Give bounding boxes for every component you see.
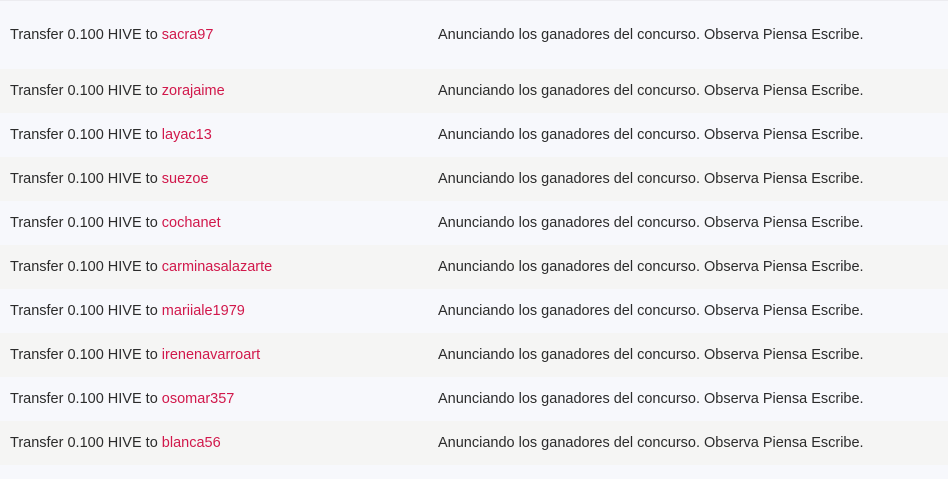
table-row: Transfer 0.100 HIVE to blanca56 Anuncian… — [0, 421, 948, 465]
transfer-description: Transfer 0.100 HIVE to suezoe — [0, 171, 438, 187]
recipient-link[interactable]: cochanet — [162, 215, 221, 231]
transfer-description: Transfer 0.100 HIVE to osomar357 — [0, 391, 438, 407]
transfer-prefix: Transfer 0.100 HIVE to — [10, 171, 158, 187]
table-row: Transfer 0.100 HIVE to irenenavarroart A… — [0, 333, 948, 377]
transfer-memo: Anunciando los ganadores del concurso. O… — [438, 171, 864, 187]
transfer-description: Transfer 0.100 HIVE to sacra97 — [0, 27, 438, 43]
transfer-memo: Anunciando los ganadores del concurso. O… — [438, 435, 864, 451]
recipient-link[interactable]: layac13 — [162, 127, 212, 143]
transfer-memo: Anunciando los ganadores del concurso. O… — [438, 391, 864, 407]
recipient-link[interactable]: blanca56 — [162, 435, 221, 451]
transfer-prefix: Transfer 0.100 HIVE to — [10, 435, 158, 451]
recipient-link[interactable]: sacra97 — [162, 27, 214, 43]
transfer-description: Transfer 0.100 HIVE to layac13 — [0, 127, 438, 143]
recipient-link[interactable]: osomar357 — [162, 391, 235, 407]
transfer-prefix: Transfer 0.100 HIVE to — [10, 127, 158, 143]
recipient-link[interactable]: irenenavarroart — [162, 347, 260, 363]
transfer-prefix: Transfer 0.100 HIVE to — [10, 83, 158, 99]
transfer-description: Transfer 0.100 HIVE to blanca56 — [0, 435, 438, 451]
transfer-memo: Anunciando los ganadores del concurso. O… — [438, 27, 864, 43]
transfer-memo: Anunciando los ganadores del concurso. O… — [438, 303, 864, 319]
table-row: Transfer 0.100 HIVE to carminasalazarte … — [0, 245, 948, 289]
transfer-prefix: Transfer 0.100 HIVE to — [10, 303, 158, 319]
transfer-memo: Anunciando los ganadores del concurso. O… — [438, 127, 864, 143]
table-row: Transfer 0.100 HIVE to cochanet Anuncian… — [0, 201, 948, 245]
transfer-memo: Anunciando los ganadores del concurso. O… — [438, 83, 864, 99]
table-row: Transfer 0.100 HIVE to suezoe Anunciando… — [0, 157, 948, 201]
transfer-prefix: Transfer 0.100 HIVE to — [10, 215, 158, 231]
transfer-description: Transfer 0.100 HIVE to mariiale1979 — [0, 303, 438, 319]
transfer-memo: Anunciando los ganadores del concurso. O… — [438, 347, 864, 363]
transfer-prefix: Transfer 0.100 HIVE to — [10, 259, 158, 275]
recipient-link[interactable]: zorajaime — [162, 83, 225, 99]
transfer-description: Transfer 0.100 HIVE to cochanet — [0, 215, 438, 231]
recipient-link[interactable]: mariiale1979 — [162, 303, 245, 319]
transfer-memo: Anunciando los ganadores del concurso. O… — [438, 215, 864, 231]
recipient-link[interactable]: carminasalazarte — [162, 259, 272, 275]
transfer-memo: Anunciando los ganadores del concurso. O… — [438, 259, 864, 275]
transfer-description: Transfer 0.100 HIVE to irenenavarroart — [0, 347, 438, 363]
transfer-prefix: Transfer 0.100 HIVE to — [10, 391, 158, 407]
table-row: Transfer 0.100 HIVE to layac13 Anunciand… — [0, 113, 948, 157]
table-row-partial — [0, 465, 948, 479]
table-row: Transfer 0.100 HIVE to osomar357 Anuncia… — [0, 377, 948, 421]
transfer-prefix: Transfer 0.100 HIVE to — [10, 347, 158, 363]
transfer-description: Transfer 0.100 HIVE to zorajaime — [0, 83, 438, 99]
table-row: Transfer 0.100 HIVE to mariiale1979 Anun… — [0, 289, 948, 333]
transfer-prefix: Transfer 0.100 HIVE to — [10, 27, 158, 43]
transfer-description: Transfer 0.100 HIVE to carminasalazarte — [0, 259, 438, 275]
table-row: Transfer 0.100 HIVE to zorajaime Anuncia… — [0, 69, 948, 113]
transfer-history-table: Transfer 0.100 HIVE to sacra97 Anunciand… — [0, 0, 948, 479]
recipient-link[interactable]: suezoe — [162, 171, 209, 187]
table-row: Transfer 0.100 HIVE to sacra97 Anunciand… — [0, 1, 948, 69]
